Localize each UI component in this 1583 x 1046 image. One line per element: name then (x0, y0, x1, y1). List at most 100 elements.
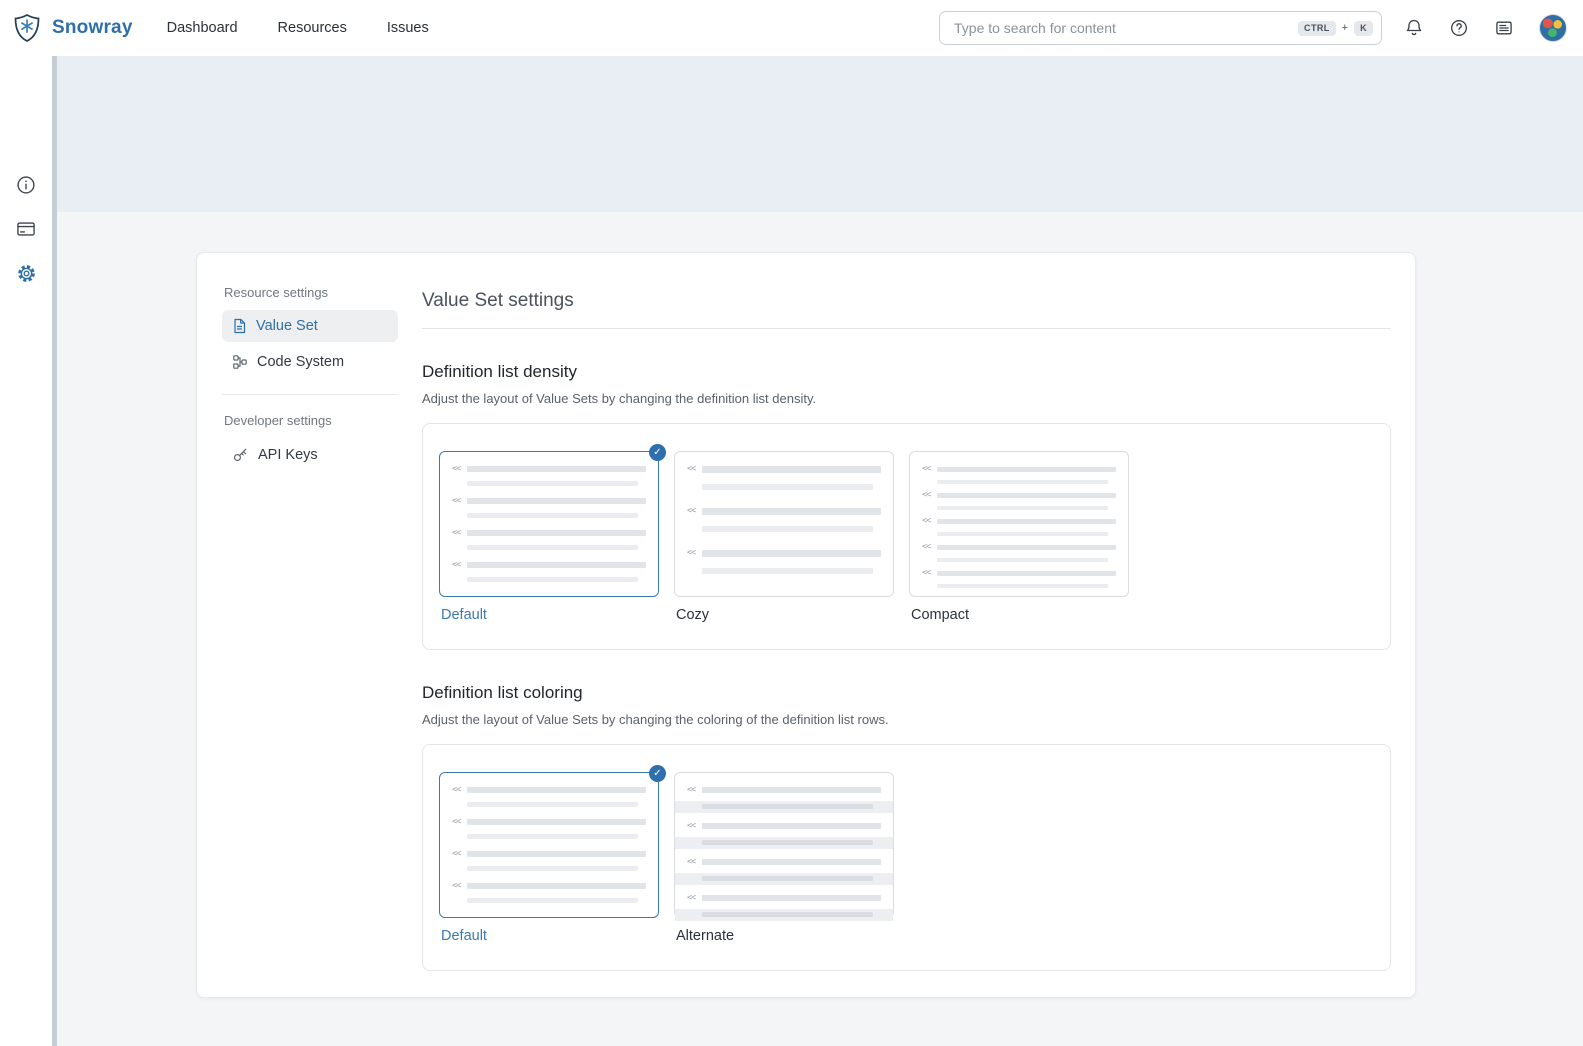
settings-gear-icon[interactable] (15, 262, 38, 285)
skeleton-row: << (452, 786, 646, 795)
skeleton-row: << (452, 801, 646, 810)
skeleton-group: << << (452, 850, 646, 873)
skeleton-row: << (687, 786, 881, 795)
settings-nav: Resource settings Value Set Code System … (222, 277, 398, 971)
option-preview[interactable]: ✓ <<<<<<<<<<<<<<<< (674, 772, 894, 918)
skeleton-row: << (687, 483, 881, 492)
skeleton-row: << (675, 909, 893, 922)
top-navbar: Snowray Dashboard Resources Issues CTRL + … (0, 0, 1583, 56)
skeleton-bar (937, 571, 1116, 576)
option-card: ✓ <<<<<<<<<<<< Cozy (674, 451, 894, 623)
skeleton-bar (702, 804, 873, 809)
nav-item[interactable]: Dashboard (167, 20, 238, 36)
skeleton-row: << (675, 837, 893, 850)
skeleton-bar (702, 568, 873, 574)
skeleton-bar (467, 802, 638, 807)
section-heading: Definition list coloring (422, 683, 1391, 703)
search-input[interactable] (952, 19, 1292, 37)
skeleton-bar (702, 466, 881, 473)
preview-rows: <<<<<<<<<<<<<<<<<<<< (922, 465, 1116, 590)
preview-rows: <<<<<<<<<<<<<<<< (687, 786, 881, 921)
option-card: ✓ <<<<<<<<<<<<<<<< Default (439, 451, 659, 623)
skeleton-chevron-icon: << (687, 858, 697, 867)
skeleton-group: <<<< (687, 786, 881, 813)
skeleton-bar (702, 787, 881, 793)
skeleton-group: <<<< (452, 465, 646, 488)
skeleton-row: << (687, 894, 881, 903)
settings-nav-item[interactable]: Code System (222, 346, 398, 378)
billing-card-icon[interactable] (15, 218, 37, 240)
skeleton-bar (702, 876, 873, 881)
skeleton-bar (702, 895, 881, 901)
skeleton-row: << (452, 465, 646, 474)
navbar-actions (1404, 14, 1567, 42)
skeleton-row: << (675, 873, 893, 886)
option-label[interactable]: Cozy (674, 607, 894, 623)
option-label[interactable]: Default (439, 928, 659, 944)
option-preview[interactable]: ✓ <<<<<<<<<<<< (674, 451, 894, 597)
skeleton-bar (702, 840, 873, 845)
settings-nav-group-heading: Resource settings (224, 285, 398, 300)
selected-check-icon: ✓ (649, 765, 666, 782)
skeleton-row: << (922, 543, 1116, 552)
sections: Definition list density Adjust the layou… (422, 362, 1391, 971)
skeleton-chevron-icon: << (687, 786, 697, 795)
news-icon[interactable] (1494, 18, 1514, 38)
settings-nav-item[interactable]: Value Set (222, 310, 398, 342)
settings-card: Resource settings Value Set Code System … (196, 252, 1416, 998)
brand-name: Snowray (52, 17, 133, 39)
option-label[interactable]: Compact (909, 607, 1129, 623)
nav-item[interactable]: Issues (387, 20, 429, 36)
settings-nav-item-label: Code System (257, 354, 344, 370)
value-set-file-icon (232, 318, 247, 334)
skeleton-bar (702, 550, 881, 557)
search-box[interactable]: CTRL + K (939, 11, 1382, 45)
skeleton-group: <<<< (922, 569, 1116, 590)
section-description: Adjust the layout of Value Sets by chang… (422, 712, 1391, 727)
skeleton-bar (467, 819, 646, 825)
skeleton-chevron-icon: << (452, 850, 462, 859)
skeleton-bar (937, 506, 1108, 510)
skeleton-bar (467, 883, 646, 889)
skeleton-group: <<<< (687, 465, 881, 491)
nav-item[interactable]: Resources (278, 20, 347, 36)
skeleton-chevron-icon: << (922, 465, 932, 474)
skeleton-row: << (687, 858, 881, 867)
skeleton-chevron-icon: << (452, 818, 462, 827)
skeleton-chevron-icon: << (922, 543, 932, 552)
option-label[interactable]: Default (439, 607, 659, 623)
skeleton-group: <<<< (452, 529, 646, 552)
settings-content: Value Set settings Definition list densi… (422, 277, 1391, 971)
skeleton-bar (702, 508, 881, 515)
skeleton-row: << (922, 504, 1116, 513)
option-preview[interactable]: ✓ <<<<<<<<<<<<<<<< (439, 772, 659, 918)
settings-nav-item[interactable]: API Keys (222, 438, 398, 471)
skeleton-bar (702, 526, 873, 532)
skeleton-chevron-icon: << (452, 529, 462, 538)
skeleton-bar (467, 530, 646, 536)
user-avatar[interactable] (1539, 14, 1567, 42)
brand[interactable]: Snowray (12, 13, 133, 43)
skeleton-row: << (452, 529, 646, 538)
option-card: ✓ <<<<<<<<<<<<<<<<<<<< Compact (909, 451, 1129, 623)
app-body: Resource settings Value Set Code System … (0, 56, 1583, 1046)
skeleton-row: << (452, 497, 646, 506)
help-icon[interactable] (1449, 18, 1469, 38)
info-icon[interactable] (15, 174, 37, 196)
option-label[interactable]: Alternate (674, 928, 894, 944)
notifications-bell-icon[interactable] (1404, 18, 1424, 38)
skeleton-bar (937, 558, 1108, 562)
skeleton-bar (937, 493, 1116, 498)
kbd-ctrl: CTRL (1298, 21, 1336, 36)
page-title: Value Set settings (422, 277, 1391, 329)
skeleton-chevron-icon: << (687, 549, 697, 558)
skeleton-row: << (922, 556, 1116, 565)
skeleton-chevron-icon: << (687, 507, 697, 516)
skeleton-row: << (452, 865, 646, 874)
option-preview[interactable]: ✓ <<<<<<<<<<<<<<<<<<<< (909, 451, 1129, 597)
option-preview[interactable]: ✓ <<<<<<<<<<<<<<<< (439, 451, 659, 597)
skeleton-group: <<<< (452, 818, 646, 841)
skeleton-group: <<<< (922, 465, 1116, 486)
skeleton-row: << (922, 491, 1116, 500)
skeleton-chevron-icon: << (687, 894, 697, 903)
